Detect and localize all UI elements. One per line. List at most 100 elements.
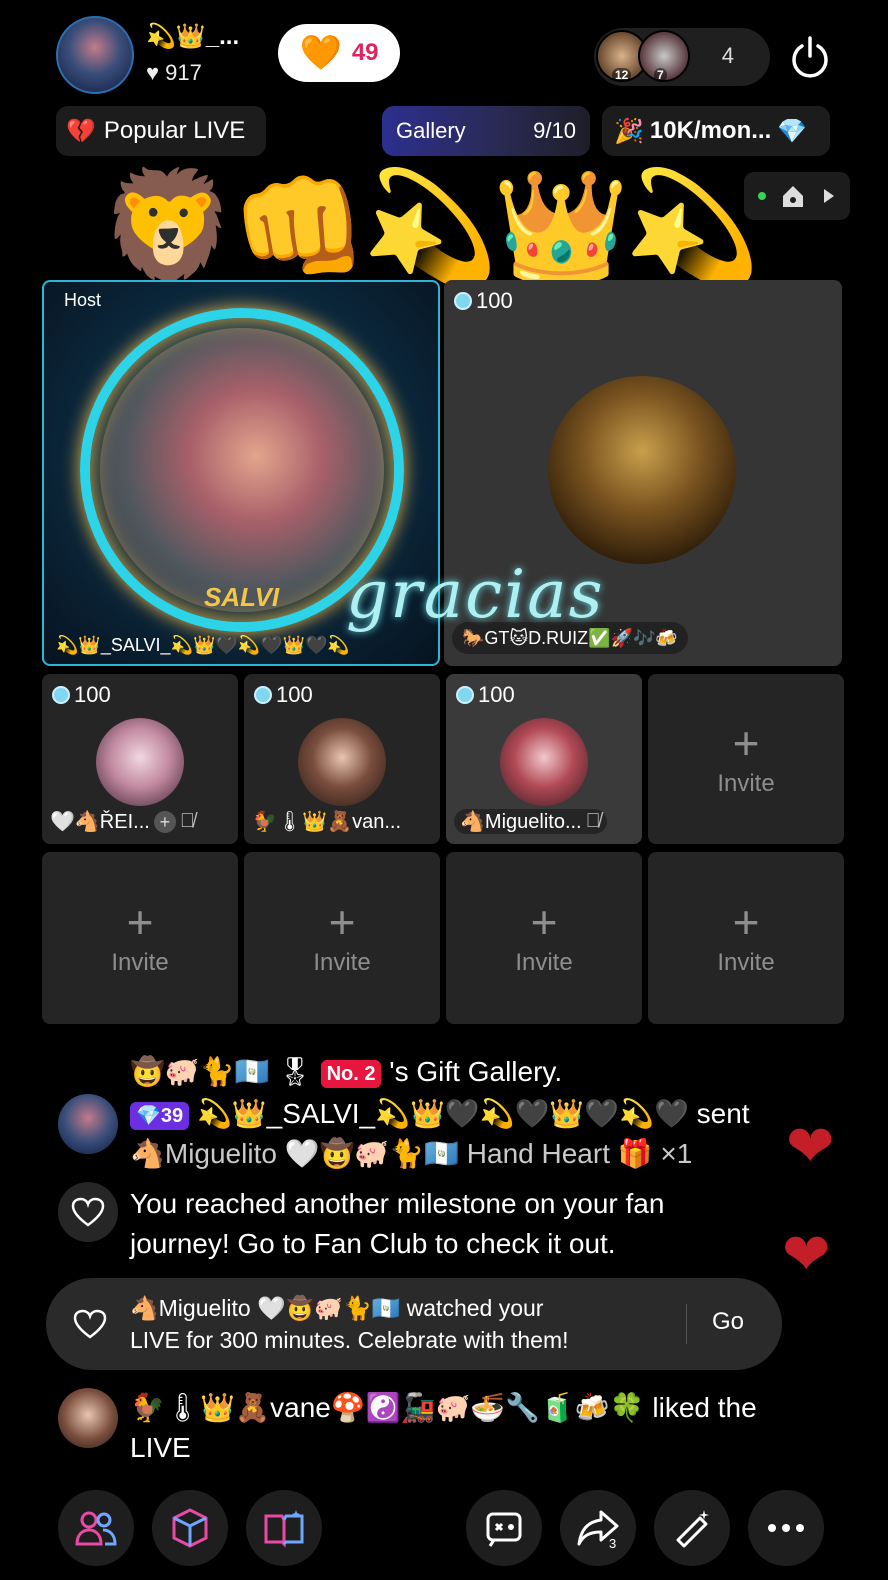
gem-icon	[456, 686, 474, 704]
orange-heart-icon: 🧡	[299, 34, 342, 72]
monthly-goal-label: 10K/mon...	[649, 117, 772, 144]
gem-icon	[52, 686, 70, 704]
guest-name-text: 🐴Miguelito...	[460, 811, 582, 833]
popular-live-button[interactable]: 💔 Popular LIVE	[56, 106, 266, 156]
fan-card-line1: 🐴Miguelito 🤍🤠🐖🐈🇬🇹 watched your	[130, 1295, 544, 1321]
popular-live-label: Popular LIVE	[103, 117, 246, 144]
gallery-button[interactable]: Gallery 9/10	[382, 106, 590, 156]
plus-icon: +	[328, 896, 356, 948]
live-dot-icon	[757, 192, 766, 200]
seat-score: 100	[276, 682, 313, 707]
guest-seat-name: 🐴Miguelito... 🎙̸	[454, 809, 607, 834]
sparkle-book-icon	[264, 1510, 304, 1548]
divider	[686, 1304, 687, 1344]
effects-button[interactable]	[152, 1490, 228, 1566]
party-popper-icon: 🎉	[614, 117, 644, 145]
share-button[interactable]: 3	[560, 1490, 636, 1566]
game-button[interactable]	[466, 1490, 542, 1566]
floating-heart-icon: ❤	[786, 1114, 835, 1179]
host-seat-name: 💫👑_SALVI_💫👑🖤💫🖤👑🖤💫	[56, 635, 350, 655]
monthly-goal-button[interactable]: 🎉 10K/mon... 💎	[602, 106, 830, 156]
guest-seat[interactable]: 100 🤍🐴ŘEI... + 🎙̸	[42, 674, 238, 844]
more-dots-icon	[768, 1524, 804, 1532]
game-card-icon	[486, 1512, 522, 1547]
gallery-progress: 9/10	[533, 118, 576, 143]
frame-name-label: SALVI	[204, 582, 280, 612]
chat-text: 💫👑_SALVI_💫👑🖤💫🖤👑🖤💫🖤 sent	[196, 1098, 750, 1129]
viewer-count: 4	[721, 43, 734, 68]
guest-avatar[interactable]	[500, 718, 588, 806]
fan-card-line2: LIVE for 300 minutes. Celebrate with the…	[130, 1327, 569, 1353]
power-icon[interactable]	[788, 34, 832, 78]
plus-icon: +	[530, 896, 558, 948]
invite-seat[interactable]: + Invite	[42, 852, 238, 1024]
plus-icon: +	[732, 896, 760, 948]
plus-icon: +	[126, 896, 154, 948]
share-arrow-icon: 3	[577, 1510, 619, 1550]
magic-wand-button[interactable]	[654, 1490, 730, 1566]
floating-heart-icon: ❤	[782, 1222, 831, 1287]
invite-seat[interactable]: + Invite	[648, 674, 844, 844]
guests-button[interactable]	[58, 1490, 134, 1566]
guest-seat[interactable]: 100 🐴Miguelito... 🎙̸	[446, 674, 642, 844]
fan-club-button[interactable]: 🧡 49	[278, 24, 400, 82]
room-controls[interactable]	[744, 172, 850, 220]
gem-icon	[254, 686, 272, 704]
chat-message-liked-line2: LIVE	[130, 1432, 191, 1463]
invite-seat[interactable]: + Invite	[446, 852, 642, 1024]
invite-label: Invite	[717, 770, 775, 797]
seat-score-badge: 100	[454, 288, 513, 314]
invite-seat[interactable]: + Invite	[244, 852, 440, 1024]
chat-user-emojis: 🤠🐖🐈🇬🇹	[130, 1056, 270, 1087]
seat-score-badge: 100	[52, 682, 111, 708]
invite-label: Invite	[515, 949, 573, 976]
chat-message-gallery: 🤠🐖🐈🇬🇹 🎖 No. 2 's Gift Gallery.	[130, 1052, 562, 1092]
invite-label: Invite	[111, 949, 169, 976]
mic-muted-icon: 🎙̸	[585, 810, 601, 832]
chat-message-gift: 💎39 💫👑_SALVI_💫👑🖤💫🖤👑🖤💫🖤 sent	[130, 1094, 750, 1134]
invite-label: Invite	[313, 949, 371, 976]
fan-heart-outline-icon	[60, 1294, 120, 1354]
viewer-rank: 12	[612, 68, 632, 82]
invite-seat[interactable]: + Invite	[648, 852, 844, 1024]
play-arrow-icon[interactable]	[821, 187, 837, 205]
guest-avatar[interactable]	[298, 718, 386, 806]
people-icon	[75, 1511, 117, 1546]
host-avatar[interactable]	[56, 16, 134, 94]
host-name[interactable]: 💫👑_...	[146, 22, 239, 51]
book-button[interactable]	[246, 1490, 322, 1566]
seat-score: 100	[74, 682, 111, 707]
gem-icon	[454, 292, 472, 310]
chat-avatar[interactable]	[58, 1094, 118, 1154]
fan-heart-outline-icon	[58, 1182, 118, 1242]
go-button[interactable]: Go	[712, 1308, 744, 1336]
chat-text: 's Gift Gallery.	[389, 1056, 563, 1087]
guest-avatar[interactable]	[548, 376, 736, 564]
rank-medal-icon: 🎖	[277, 1056, 313, 1087]
milestone-message: You reached another milestone on your fa…	[130, 1188, 665, 1219]
guest-name-text: 🤍🐴ŘEI...	[50, 811, 150, 833]
fan-card-text: 🐴Miguelito 🤍🤠🐖🐈🇬🇹 watched your LIVE for …	[130, 1292, 569, 1356]
host-tag: Host	[64, 290, 102, 310]
viewer-list[interactable]: 12 7 4	[594, 28, 770, 86]
gift-emoji-banner: 🦁👊💫👑💫	[100, 166, 761, 289]
gallery-label: Gallery	[396, 118, 466, 143]
chat-message-liked: 🐓🌡👑🧸vane🍄☯️🚂🐖🍜🔧🧃🍻🍀 liked the	[130, 1392, 757, 1423]
more-button[interactable]	[748, 1490, 824, 1566]
chat-message-gift-line2: 🐴Miguelito 🤍🤠🐖🐈🇬🇹 Hand Heart 🎁 ×1	[130, 1138, 693, 1169]
host-like-count: ♥ 917	[146, 60, 202, 85]
fan-milestone-card[interactable]: 🐴Miguelito 🤍🤠🐖🐈🇬🇹 watched your LIVE for …	[46, 1278, 782, 1370]
seat-score: 100	[478, 682, 515, 707]
rank-badge: No. 2	[320, 1059, 382, 1088]
viewer-avatar[interactable]: 7	[638, 30, 690, 82]
guest-seat[interactable]: 100 🐓🌡👑🧸van...	[244, 674, 440, 844]
seat-score-badge: 100	[456, 682, 515, 708]
chat-avatar[interactable]	[58, 1388, 118, 1448]
guest-avatar[interactable]	[96, 718, 184, 806]
guest-seat-name: 🐓🌡👑🧸van...	[252, 809, 401, 834]
home-icon[interactable]	[779, 182, 807, 210]
viewer-rank: 7	[654, 68, 667, 82]
follow-plus-icon[interactable]: +	[153, 810, 176, 833]
diamond-icon: 💎	[777, 117, 808, 145]
magic-wand-icon	[676, 1510, 709, 1548]
